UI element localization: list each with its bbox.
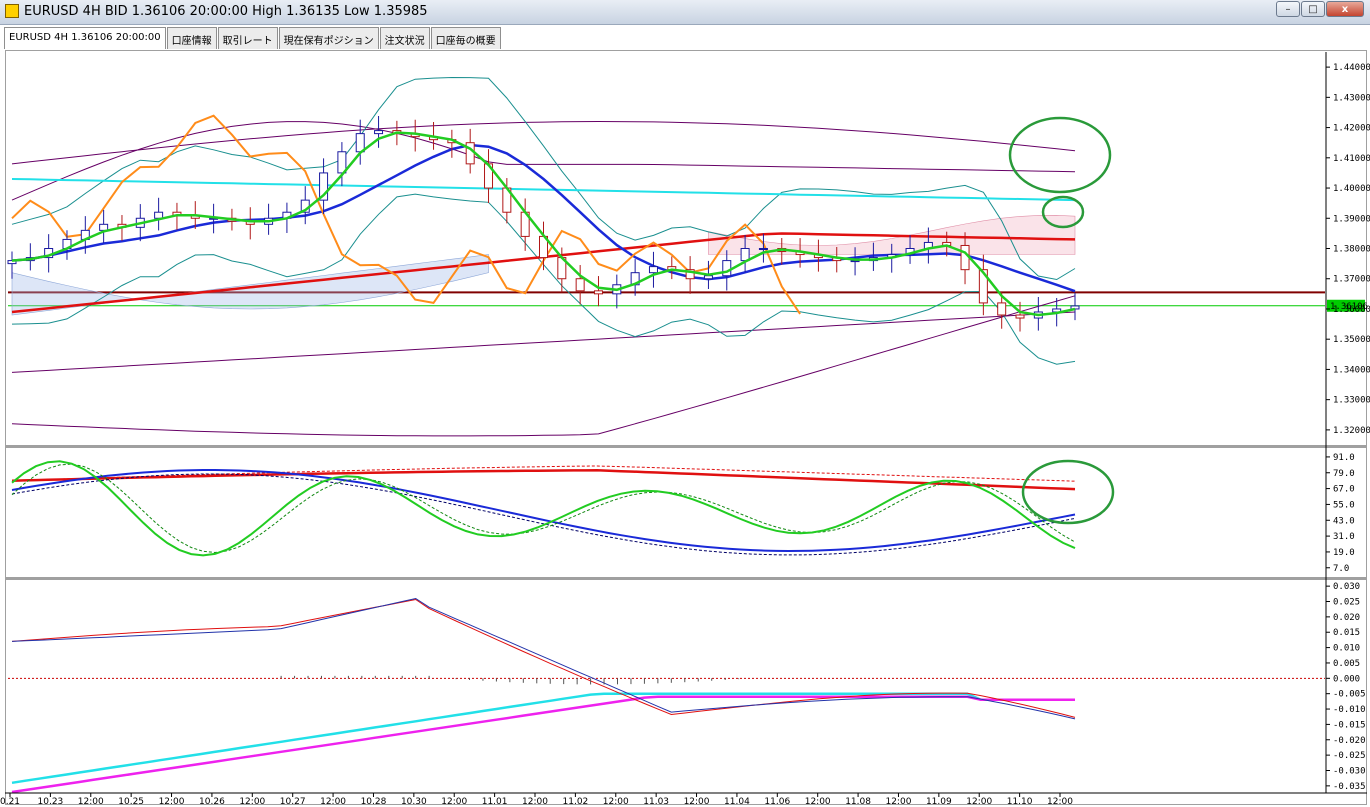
x-tick-label: 10.25 — [118, 797, 144, 807]
x-tick-label: 11.02 — [563, 797, 589, 807]
y-tick-label: 79.0 — [1333, 469, 1355, 479]
chart-canvas[interactable]: 1.36106 1.44000 1.43000 1.42000 1.41000 1.40… — [0, 0, 1370, 807]
highlight-circle — [1008, 116, 1112, 194]
stoch-line — [11, 460, 1076, 557]
y-tick-label: 1.43000 — [1333, 93, 1370, 103]
x-tick-label: 11.03 — [643, 797, 669, 807]
candle-body — [355, 133, 365, 153]
band-outer-upper — [11, 120, 1076, 165]
oscillator-panel — [11, 459, 1115, 557]
y-tick-label: 1.35000 — [1333, 335, 1370, 345]
y-tick-label: 67.0 — [1333, 485, 1355, 495]
y-tick-label: -0.030 — [1333, 766, 1366, 776]
y-tick-label: 0.000 — [1333, 674, 1360, 684]
y-tick-label: 31.0 — [1333, 532, 1355, 542]
y-tick-label: 0.025 — [1333, 598, 1360, 608]
osc-red-line — [11, 469, 1076, 491]
x-tick-label: 12:00 — [239, 797, 265, 807]
x-tick-label: 12:00 — [320, 797, 346, 807]
y-tick-label: 0.030 — [1333, 582, 1360, 592]
y-tick-label: 91.0 — [1333, 453, 1355, 463]
x-tick-label: 10.27 — [280, 797, 306, 807]
y-tick-label: -0.015 — [1333, 720, 1366, 730]
x-tick-label: 10.23 — [38, 797, 64, 807]
y-tick-label: -0.020 — [1333, 736, 1366, 746]
x-tick-label: 0.21 — [0, 797, 20, 807]
y-tick-label: -0.035 — [1333, 782, 1366, 792]
y-tick-label: 1.41000 — [1333, 154, 1370, 164]
x-tick-label: 11.04 — [724, 797, 750, 807]
y-tick-label: 43.0 — [1333, 516, 1355, 526]
candle-body — [465, 142, 475, 165]
y-tick-label: 0.005 — [1333, 659, 1360, 669]
cyan-line — [11, 178, 1076, 202]
y-tick-label: 0.015 — [1333, 628, 1360, 638]
candle-body — [997, 302, 1007, 316]
y-tick-label: 1.36000 — [1333, 305, 1370, 315]
candle-body — [703, 275, 713, 280]
macd-signal — [11, 598, 1076, 718]
x-tick-label: 12:00 — [603, 797, 629, 807]
band-lower-teal — [11, 193, 1076, 365]
x-tick-label: 12:00 — [159, 797, 185, 807]
y-tick-label: 1.33000 — [1333, 396, 1370, 406]
candle-body — [648, 266, 658, 274]
candle-body — [593, 290, 603, 295]
y-tick-label: 1.38000 — [1333, 245, 1370, 255]
candle-body — [154, 211, 164, 219]
x-tick-label: 10.26 — [199, 797, 225, 807]
highlight-circle — [1021, 459, 1115, 525]
osc-red-signal — [11, 465, 1076, 482]
band-outer-lower — [11, 295, 1076, 437]
y-tick-label: -0.025 — [1333, 751, 1366, 761]
price-chart: 1.36106 — [7, 76, 1368, 437]
band-upper-purple — [11, 121, 1076, 201]
x-tick-label: 10.28 — [361, 797, 387, 807]
y-tick-label: 0.020 — [1333, 613, 1360, 623]
candle-body — [99, 223, 109, 231]
macd-panel — [8, 597, 1325, 794]
candle-body — [722, 260, 732, 277]
y-tick-label: 1.32000 — [1333, 426, 1370, 436]
candle-body — [740, 248, 750, 262]
y-tick-label: 1.34000 — [1333, 365, 1370, 375]
y-tick-label: 55.0 — [1333, 500, 1355, 510]
x-tick-label: 12:00 — [805, 797, 831, 807]
x-tick-label: 12:00 — [684, 797, 710, 807]
y-tick-label: -0.005 — [1333, 690, 1366, 700]
x-tick-label: 10.30 — [401, 797, 427, 807]
candle-body — [960, 244, 970, 271]
y-tick-label: 1.39000 — [1333, 214, 1370, 224]
y-tick-label: -0.010 — [1333, 705, 1366, 715]
x-tick-label: 12:00 — [966, 797, 992, 807]
x-tick-label: 11.09 — [926, 797, 952, 807]
x-tick-label: 11.10 — [1007, 797, 1033, 807]
candle-body — [1015, 314, 1025, 319]
macd-magenta — [11, 695, 1075, 794]
x-tick-label: 12:00 — [441, 797, 467, 807]
y-tick-label: 19.0 — [1333, 548, 1355, 558]
candle-body — [374, 130, 384, 135]
y-tick-label: 1.42000 — [1333, 124, 1370, 134]
y-tick-label: 1.40000 — [1333, 184, 1370, 194]
candle-body — [758, 248, 768, 250]
y-tick-label: 0.010 — [1333, 644, 1360, 654]
x-tick-label: 12:00 — [522, 797, 548, 807]
x-tick-label: 12:00 — [885, 797, 911, 807]
y-tick-label: 1.44000 — [1333, 63, 1370, 73]
x-tick-label: 11.01 — [482, 797, 508, 807]
x-tick-label: 11.08 — [845, 797, 871, 807]
x-tick-label: 12:00 — [78, 797, 104, 807]
y-tick-label: 7.0 — [1333, 564, 1349, 574]
x-tick-label: 12:00 — [1047, 797, 1073, 807]
y-tick-label: 1.37000 — [1333, 275, 1370, 285]
candle-body — [575, 278, 585, 292]
x-tick-label: 11.06 — [764, 797, 790, 807]
